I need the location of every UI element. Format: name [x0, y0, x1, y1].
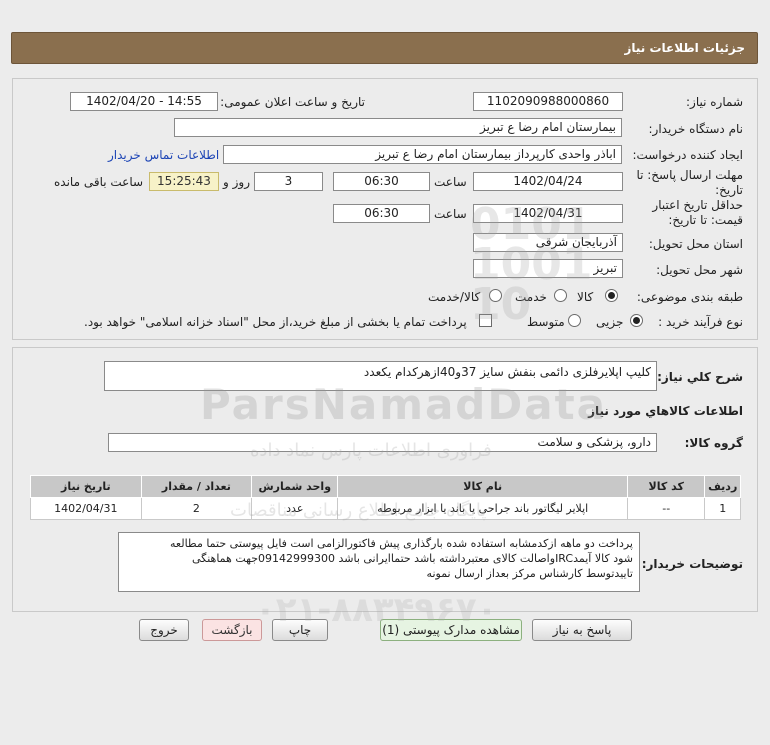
back-button[interactable]: بازگشت — [202, 619, 262, 641]
summary-label: شرح کلي نياز: — [657, 370, 743, 384]
reply-button[interactable]: پاسخ به نیاز — [532, 619, 632, 641]
process-label: نوع فرآیند خرید : — [658, 315, 743, 329]
contact-buyer-link[interactable]: اطلاعات تماس خریدار — [108, 148, 219, 162]
process-option-medium: متوسط — [527, 315, 565, 329]
goods-table-header: ردیف کد کالا نام کالا واحد شمارش تعداد /… — [30, 475, 741, 498]
cell-code: -- — [627, 497, 706, 520]
treasury-payment-text: پرداخت تمام یا بخشی از مبلغ خرید،از محل … — [84, 315, 467, 329]
col-quantity: تعداد / مقدار — [140, 475, 253, 498]
exit-button[interactable]: خروج — [139, 619, 189, 641]
need-number-field: 1102090988000860 — [473, 92, 623, 111]
category-option-service: خدمت — [515, 290, 547, 304]
buyer-notes-line: شود کالا آیمدIRCواصالت کالای معتبرداشته … — [191, 552, 633, 565]
cell-unit: عدد — [251, 497, 339, 520]
table-row: 1 -- اپلایر لیگاتور باند جراحی یا باند ی… — [30, 497, 741, 520]
view-attachments-button[interactable]: مشاهده مدارک پیوستی (1) — [380, 619, 522, 641]
category-option-goods: کالا — [577, 290, 594, 304]
goods-table: ردیف کد کالا نام کالا واحد شمارش تعداد /… — [30, 475, 741, 520]
days-field: 3 — [254, 172, 323, 191]
process-radio-medium[interactable] — [568, 314, 581, 327]
category-radio-service[interactable] — [554, 289, 567, 302]
category-radio-goods-service[interactable] — [489, 289, 502, 302]
process-radio-minor[interactable] — [630, 314, 643, 327]
remaining-label: ساعت باقی مانده — [54, 175, 144, 189]
deadline-date-field: 1402/04/24 — [473, 172, 623, 191]
col-unit: واحد شمارش — [251, 475, 339, 498]
deadline-label: مهلت ارسال پاسخ: تا تاریخ: — [636, 168, 743, 197]
cell-quantity: 2 — [140, 497, 253, 520]
buyer-notes-line: تاییدتوسط کارشناس مرکز بعداز ارسال نمونه — [426, 567, 633, 580]
validity-label: حداقل تاریخ اعتبار قیمت: تا تاریخ: — [652, 198, 743, 227]
buyer-label: نام دستگاه خریدار: — [648, 122, 744, 136]
buyer-field: بیمارستان امام رضا ع تبریز — [174, 118, 622, 137]
col-code: کد کالا — [627, 475, 706, 498]
deadline-time-label: ساعت — [434, 175, 467, 189]
treasury-payment-checkbox[interactable] — [479, 314, 492, 327]
process-option-minor: جزیی — [596, 315, 624, 329]
goods-group-label: گروه کالا: — [684, 436, 743, 450]
buyer-notes-line: پرداخت دو ماهه ازکدمشابه استفاده شده بار… — [170, 537, 633, 550]
announce-label: تاریخ و ساعت اعلان عمومی: — [220, 95, 365, 109]
cell-date: 1402/04/31 — [30, 497, 142, 520]
validity-date-field: 1402/04/31 — [473, 204, 623, 223]
buyer-notes-label: توضیحات خریدار: — [641, 557, 743, 571]
province-field: آذربایجان شرقی — [473, 233, 623, 252]
cell-name: اپلایر لیگاتور باند جراحی یا باند یا ابز… — [337, 497, 629, 520]
city-label: شهر محل تحویل: — [656, 263, 743, 277]
need-number-label: شماره نیاز: — [686, 95, 743, 109]
page-title: جزئیات اطلاعات نیاز — [624, 41, 745, 55]
remaining-time-field: 15:25:43 — [149, 172, 219, 191]
requester-field: اباذر واحدی کارپرداز بیمارستان امام رضا … — [223, 145, 622, 164]
page-header: جزئیات اطلاعات نیاز — [11, 32, 758, 64]
col-name: نام کالا — [337, 475, 629, 498]
validity-time-label: ساعت — [434, 207, 467, 221]
days-label: روز و — [223, 175, 250, 189]
category-label: طبقه بندی موضوعی: — [636, 290, 743, 304]
deadline-time-field: 06:30 — [333, 172, 430, 191]
validity-time-field: 06:30 — [333, 204, 430, 223]
category-option-goods-service: کالا/خدمت — [428, 290, 481, 304]
cell-row: 1 — [704, 497, 741, 520]
col-date: تاریخ نیاز — [30, 475, 142, 498]
category-radio-goods[interactable] — [605, 289, 618, 302]
goods-group-field: دارو، پزشکی و سلامت — [108, 433, 657, 452]
goods-section-title: اطلاعات کالاهاي مورد نياز — [588, 404, 743, 418]
summary-field: کلیپ اپلایرفلزی دائمی بنفش سایز 37و40ازه… — [104, 361, 657, 391]
buyer-notes-field: پرداخت دو ماهه ازکدمشابه استفاده شده بار… — [118, 532, 640, 592]
city-field: تبریز — [473, 259, 623, 278]
col-row: ردیف — [704, 475, 741, 498]
announce-field: 1402/04/20 - 14:55 — [70, 92, 218, 111]
province-label: استان محل تحویل: — [648, 237, 743, 251]
requester-label: ایجاد کننده درخواست: — [632, 148, 743, 162]
print-button[interactable]: چاپ — [272, 619, 328, 641]
